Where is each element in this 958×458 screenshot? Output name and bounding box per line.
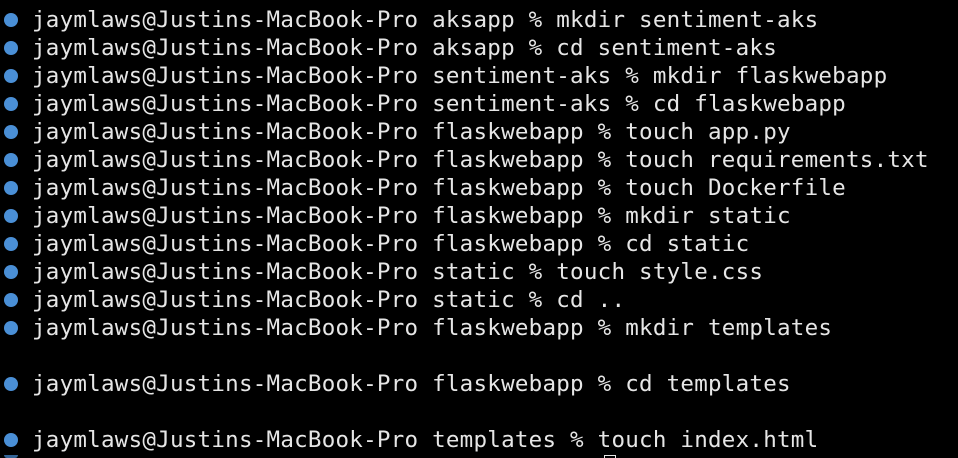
command-text: jaymlaws@Justins-MacBook-Pro static % cd… <box>32 287 626 313</box>
terminal-line: jaymlaws@Justins-MacBook-Pro flaskwebapp… <box>0 146 929 174</box>
command-text: jaymlaws@Justins-MacBook-Pro aksapp % cd… <box>32 35 777 61</box>
terminal-line: jaymlaws@Justins-MacBook-Pro flaskwebapp… <box>0 230 749 258</box>
terminal-output[interactable]: jaymlaws@Justins-MacBook-Pro aksapp % mk… <box>0 0 958 458</box>
command-status-dot-icon[interactable] <box>4 125 18 139</box>
command-status-dot-icon[interactable] <box>4 321 18 335</box>
terminal-line: jaymlaws@Justins-MacBook-Pro sentiment-a… <box>0 90 846 118</box>
command-text: jaymlaws@Justins-MacBook-Pro sentiment-a… <box>32 91 846 117</box>
command-status-dot-icon[interactable] <box>4 13 18 27</box>
terminal-line: jaymlaws@Justins-MacBook-Pro flaskwebapp… <box>0 118 791 146</box>
command-text: jaymlaws@Justins-MacBook-Pro sentiment-a… <box>32 63 888 89</box>
command-text: jaymlaws@Justins-MacBook-Pro static % to… <box>32 259 764 285</box>
command-status-dot-icon[interactable] <box>4 377 18 391</box>
command-text: jaymlaws@Justins-MacBook-Pro flaskwebapp… <box>32 315 833 341</box>
terminal-line: jaymlaws@Justins-MacBook-Pro templates %… <box>0 426 818 454</box>
command-status-dot-icon[interactable] <box>4 265 18 279</box>
terminal-line: jaymlaws@Justins-MacBook-Pro static % to… <box>0 258 763 286</box>
command-text: jaymlaws@Justins-MacBook-Pro aksapp % mk… <box>32 7 819 33</box>
command-status-dot-icon[interactable] <box>4 293 18 307</box>
terminal-line: jaymlaws@Justins-MacBook-Pro sentiment-a… <box>0 62 887 90</box>
command-status-dot-icon[interactable] <box>4 181 18 195</box>
command-status-dot-icon[interactable] <box>4 41 18 55</box>
terminal-line: jaymlaws@Justins-MacBook-Pro flaskwebapp… <box>0 202 791 230</box>
terminal-line: jaymlaws@Justins-MacBook-Pro aksapp % cd… <box>0 34 777 62</box>
terminal-line: jaymlaws@Justins-MacBook-Pro static % cd… <box>0 286 625 314</box>
command-status-dot-icon[interactable] <box>4 153 18 167</box>
command-status-dot-icon[interactable] <box>4 97 18 111</box>
command-text: jaymlaws@Justins-MacBook-Pro templates %… <box>32 427 819 453</box>
terminal-line: jaymlaws@Justins-MacBook-Pro flaskwebapp… <box>0 370 791 398</box>
command-text: jaymlaws@Justins-MacBook-Pro flaskwebapp… <box>32 203 791 229</box>
command-status-dot-icon[interactable] <box>4 433 18 447</box>
command-status-dot-icon[interactable] <box>4 209 18 223</box>
command-text: jaymlaws@Justins-MacBook-Pro flaskwebapp… <box>32 371 791 397</box>
terminal-line: jaymlaws@Justins-MacBook-Pro flaskwebapp… <box>0 314 832 342</box>
terminal-line: jaymlaws@Justins-MacBook-Pro aksapp % mk… <box>0 6 818 34</box>
command-status-dot-icon[interactable] <box>4 237 18 251</box>
command-text: jaymlaws@Justins-MacBook-Pro flaskwebapp… <box>32 231 750 257</box>
command-text: jaymlaws@Justins-MacBook-Pro flaskwebapp… <box>32 119 791 145</box>
command-text: jaymlaws@Justins-MacBook-Pro flaskwebapp… <box>32 147 929 173</box>
command-status-dot-icon[interactable] <box>4 69 18 83</box>
terminal-line: jaymlaws@Justins-MacBook-Pro flaskwebapp… <box>0 174 846 202</box>
command-text: jaymlaws@Justins-MacBook-Pro flaskwebapp… <box>32 175 846 201</box>
